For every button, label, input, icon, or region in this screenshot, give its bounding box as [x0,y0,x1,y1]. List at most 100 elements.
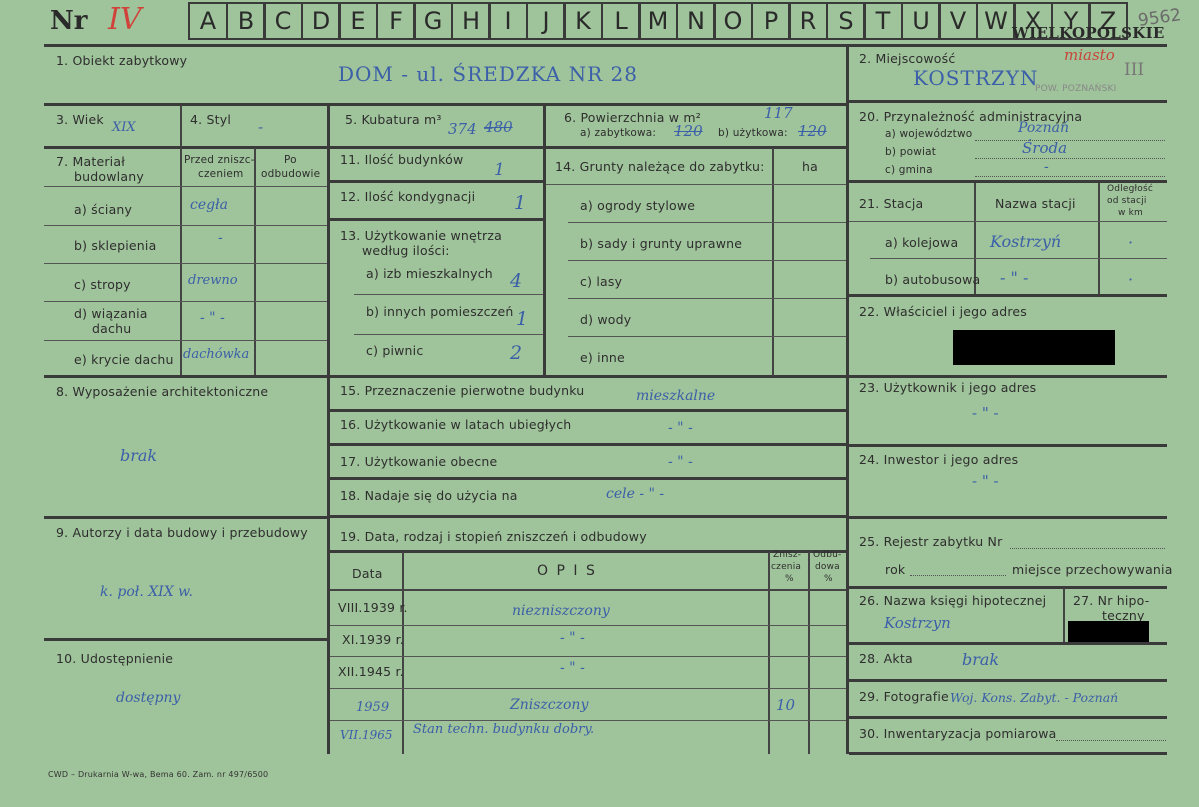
material-col1-b: czeniem [198,168,244,180]
index-letter-l: L [601,2,641,40]
area-a-label: a) zabytkowa: [580,127,657,139]
land-label: 14. Grunty należące do zabytku: [555,159,765,174]
archive-number-stamp: 9562 [1136,5,1183,31]
area-a-value: 120 [674,122,703,140]
damage-col-destr-1: Znisz- [773,550,802,560]
damage-row-date: VIII.1939 r. [338,600,408,615]
land-row-waters: d) wody [580,312,632,327]
access-value: dostępny [116,690,181,706]
damage-row-date: VII.1965 [340,728,393,742]
damage-col-destr-2: czenia [771,562,802,572]
buildings-count-label: 11. Ilość budynków [340,152,464,167]
index-letter-e: E [338,2,378,40]
user-value: - " - [972,404,999,422]
station-label: 21. Stacja [859,196,924,211]
index-letter-v: V [938,2,978,40]
purpose-value: mieszkalne [636,388,716,404]
index-letter-k: K [563,2,603,40]
material-truss-value: - " - [200,310,225,326]
index-letter-h: H [451,2,491,40]
current-use-label: 17. Użytkowanie obecne [340,454,498,469]
station-col-km-1: Odległość [1107,184,1154,194]
volume-label: 5. Kubatura m³ [345,112,442,127]
material-label-1: 7. Materiał [56,154,125,169]
past-use-label: 16. Użytkowanie w latach ubiegłych [340,417,572,432]
damage-row-percent: 10 [776,696,796,714]
user-label: 23. Użytkownik i jego adres [859,380,1037,395]
cellars-value: 2 [510,342,523,364]
damage-col-destr-3: % [785,574,794,584]
land-row-other: e) inne [580,350,625,365]
material-vaults-label: b) sklepienia [74,238,157,253]
interior-label-1: 13. Użytkowanie wnętrza [340,228,502,243]
suitable-for-value: cele - " - [606,486,665,502]
station-rail-value: Kostrzyń [990,232,1062,251]
index-letter-w: W [976,2,1016,40]
locality-value: KOSTRZYN [913,66,1039,90]
admin-b-label: b) powiat [885,146,937,158]
material-ceilings-value: drewno [188,273,238,288]
material-roof-label: e) krycie dachu [74,352,174,367]
style-label: 4. Styl [190,112,232,127]
index-letter-m: M [638,2,678,40]
damage-row-desc: - " - [560,660,585,676]
owner-redaction [953,330,1115,365]
material-truss-label-2: dachu [92,321,132,336]
material-col2-a: Po [284,154,297,166]
index-letter-j: J [526,2,566,40]
material-vaults-value: - [218,230,223,246]
material-ceilings-label: c) stropy [74,277,131,292]
register-label: 25. Rejestr zabytku Nr [859,534,1003,549]
station-col-km-3: w km [1118,208,1144,218]
suitable-for-label: 18. Nadaje się do użycia na [340,488,518,503]
mortgage-label-1: 27. Nr hipo- [1073,593,1150,608]
damage-col-rebuild-3: % [824,574,833,584]
material-walls-value: cegła [190,197,228,213]
material-walls-label: a) ściany [74,202,133,217]
index-letter-s: S [826,2,866,40]
index-letter-p: P [751,2,791,40]
index-letter-t: T [863,2,903,40]
admin-c-value: - [1044,159,1049,175]
past-use-value: - " - [668,420,693,436]
index-letter-b: B [226,2,266,40]
purpose-label: 15. Przeznaczenie pierwotne budynku [340,383,585,398]
investor-label: 24. Inwestor i jego adres [859,452,1019,467]
nr-label: Nr [50,6,88,36]
material-label-2: budowlany [74,169,144,184]
object-label: 1. Obiekt zabytkowy [56,53,188,68]
files-label: 28. Akta [859,651,913,666]
land-unit: ha [802,159,818,174]
index-letter-f: F [376,2,416,40]
station-bus-value: - " - [1000,268,1029,287]
material-col1-a: Przed zniszc- [184,154,255,166]
access-label: 10. Udostępnienie [56,651,174,666]
area-total: 117 [764,104,793,122]
storeys-value: 1 [514,192,527,214]
damage-col-desc: O P I S [537,563,597,579]
equipment-label: 8. Wyposażenie architektoniczne [56,384,269,399]
admin-b-value: Środa [1022,139,1068,157]
cellars-label: c) piwnic [366,343,424,358]
printer-imprint: CWD – Drukarnia W-wa, Bema 60. Zam. nr 4… [48,770,269,779]
admin-a-label: a) województwo [885,128,973,140]
damage-col-rebuild-1: Odbu- [813,550,842,560]
admin-a-value: Poznań [1018,120,1070,136]
authors-label: 9. Autorzy i data budowy i przebudowy [56,525,308,540]
area-b-value: 120 [798,122,827,140]
volume-struck: 480 [484,118,513,136]
station-bus-label: b) autobusowa [885,272,981,287]
material-col2-b: odbudowie [261,168,321,180]
station-rail-km: · [1128,233,1134,252]
locality-extra: III [1124,60,1145,80]
interior-label-2: według ilości: [362,243,450,258]
other-rooms-value: 1 [516,308,529,330]
index-letter-d: D [301,2,341,40]
equipment-value: brak [120,446,158,465]
damage-row-desc: Stan techn. budynku dobry. [413,722,595,737]
station-col-km-2: od stacji [1107,196,1147,206]
damage-row-date: 1959 [356,700,390,715]
buildings-count-value: 1 [494,160,505,180]
register-year-label: rok [885,562,906,577]
monument-record-card: Nr IV ABCDEFGHIJKLMNOPRSTUVWXYZ WIELKOPO… [0,0,1199,807]
